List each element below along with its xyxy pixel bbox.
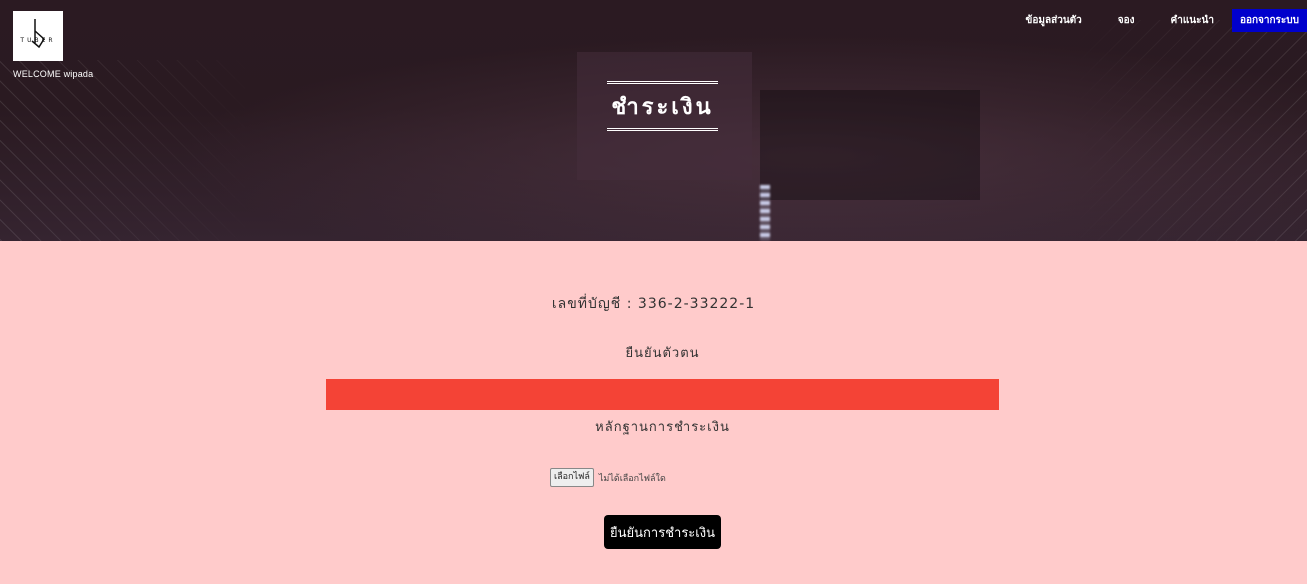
- nav-booking[interactable]: จอง: [1100, 9, 1153, 32]
- decorative-lines-right: [1067, 20, 1307, 241]
- top-nav: ข้อมูลส่วนตัว จอง คำแนะนำ ออกจากระบบ: [1008, 9, 1307, 32]
- alert-bar: [326, 379, 999, 410]
- payment-section: เลขที่บัญชี : 336-2-33222-1 ยืนยันตัวตน …: [0, 241, 1307, 584]
- nav-profile[interactable]: ข้อมูลส่วนตัว: [1008, 9, 1100, 32]
- logout-button[interactable]: ออกจากระบบ: [1231, 9, 1307, 32]
- file-upload: เลือกไฟล์ ไม่ได้เลือกไฟล์ใด: [550, 468, 666, 487]
- verify-label: ยืนยันตัวตน: [625, 346, 700, 361]
- file-status-text: ไม่ได้เลือกไฟล์ใด: [598, 473, 666, 484]
- confirm-payment-button[interactable]: ยืนยันการชำระเงิน: [604, 515, 721, 549]
- svg-text:TUBER: TUBER: [19, 37, 55, 44]
- payment-proof-label: หลักฐานการชำระเงิน: [595, 420, 730, 435]
- background-shape: [760, 90, 980, 200]
- hero-banner: TUBER WELCOME wipada ข้อมูลส่วนตัว จอง ค…: [0, 0, 1307, 241]
- welcome-text: WELCOME wipada: [13, 69, 94, 79]
- account-number: เลขที่บัญชี : 336-2-33222-1: [551, 296, 756, 312]
- background-light: [760, 185, 770, 241]
- decorative-lines-left: [0, 60, 260, 241]
- page-title: ชำระเงิน: [607, 81, 718, 131]
- nav-guide[interactable]: คำแนะนำ: [1153, 9, 1232, 32]
- logo-icon[interactable]: TUBER: [13, 11, 63, 61]
- choose-file-button[interactable]: เลือกไฟล์: [550, 468, 594, 487]
